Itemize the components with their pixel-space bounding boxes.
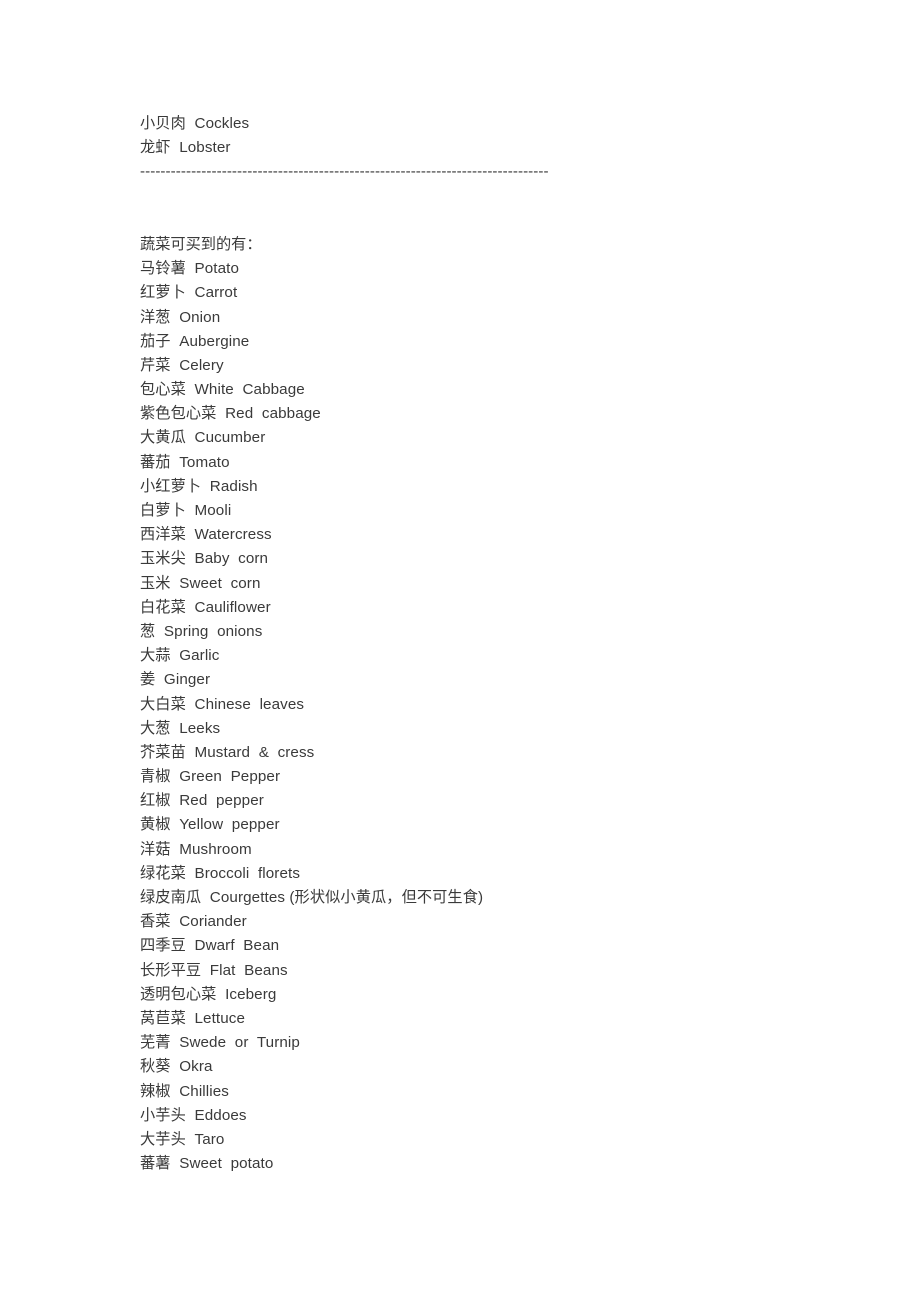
list-item: 青椒 Green Pepper (140, 768, 281, 786)
list-item: 包心菜 White Cabbage (140, 381, 305, 399)
list-item: 大葱 Leeks (140, 719, 221, 737)
list-item: 紫色包心菜 Red cabbage (140, 405, 321, 423)
list-item: 洋菇 Mushroom (140, 840, 252, 858)
list-item: 小红萝卜 Radish (140, 477, 258, 495)
list-item: 白萝卜 Mooli (140, 502, 232, 519)
list-item: 黄椒 Yellow pepper (140, 816, 280, 834)
list-item: 绿皮南瓜 Courgettes (形状似小黄瓜，但不可生食) (140, 889, 484, 906)
list-item: 长形平豆 Flat Beans (140, 961, 288, 979)
list-item: 芹菜 Celery (140, 356, 224, 374)
list-item: 大蒜 Garlic (140, 647, 220, 665)
list-item: 绿花菜 Broccoli florets (140, 864, 301, 882)
list-item: 辣椒 Chillies (140, 1082, 229, 1100)
list-item: 大芋头 Taro (140, 1130, 225, 1148)
list-item: 马铃薯 Potato (140, 260, 240, 278)
list-item: 大黄瓜 Cucumber (140, 429, 266, 447)
list-item: 西洋菜 Watercress (140, 526, 272, 544)
list-item: 芥菜苗 Mustard & cress (140, 743, 315, 761)
list-item: 秋葵 Okra (140, 1058, 213, 1076)
list-item: 白花菜 Cauliflower (140, 598, 271, 616)
list-item: 玉米尖 Baby corn (140, 550, 269, 568)
list-item: 莴苣菜 Lettuce (140, 1009, 246, 1027)
list-item: 蕃茄 Tomato (140, 453, 230, 471)
list-item: 小芋头 Eddoes (140, 1106, 247, 1124)
list-item: 玉米 Sweet corn (140, 574, 261, 592)
list-item: 小贝肉 Cockles (140, 115, 250, 132)
list-item: 姜 Ginger (140, 671, 211, 689)
list-item: 蕃薯 Sweet potato (140, 1155, 274, 1173)
vegetables-list: 马铃薯 Potato 红萝卜 Carrot 洋葱 Onion 茄子 Aubergine… (140, 257, 840, 1176)
list-item: 葱 Spring onions (140, 622, 263, 640)
vegetables-heading: 蔬菜可买到的有： (140, 235, 262, 253)
list-item: 芜菁 Swede or Turnip (140, 1034, 300, 1052)
list-item: 四季豆 Dwarf Bean (140, 937, 280, 955)
seafood-list: 小贝肉 Cockles 龙虾 Lobster (140, 112, 840, 160)
section-separator: ----------------------------------------… (140, 163, 549, 181)
list-item: 大白菜 Chinese leaves (140, 695, 305, 713)
list-item: 茄子 Aubergine (140, 332, 250, 350)
list-item: 透明包心菜 Iceberg (140, 985, 277, 1003)
list-item: 红萝卜 Carrot (140, 284, 238, 302)
list-item: 红椒 Red pepper (140, 792, 264, 810)
document-body: 小贝肉 Cockles 龙虾 Lobster -----------------… (140, 112, 840, 1176)
list-item: 洋葱 Onion (140, 308, 221, 326)
list-item: 龙虾 Lobster (140, 139, 231, 157)
list-item: 香菜 Coriander (140, 913, 247, 931)
